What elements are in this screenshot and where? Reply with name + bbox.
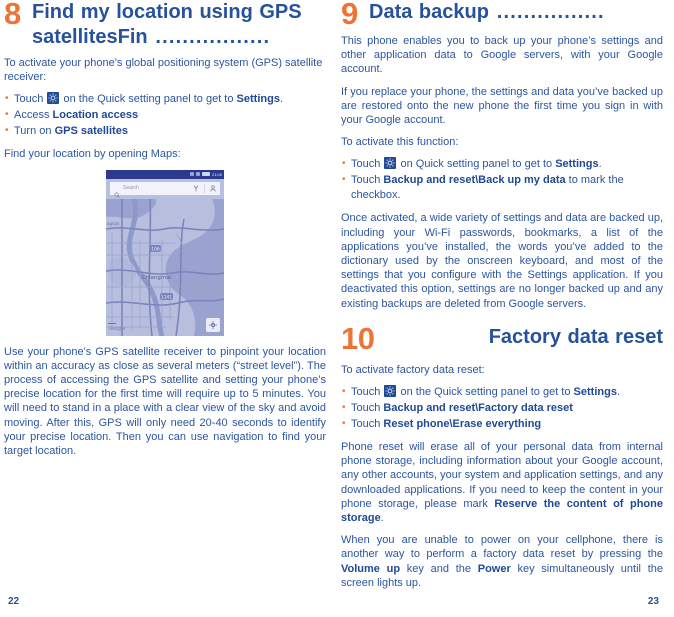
gps-intro-text: To activate your phone’s global position… [4,57,323,84]
reset-warning-paragraph: Phone reset will erase all of your perso… [341,440,663,525]
bullet-pre-text: Turn on [14,125,55,138]
gear-icon [47,92,60,105]
bullet-bold-text: Backup and reset\Back up my data [383,174,566,187]
place-label-secondary: agnao [107,221,120,226]
bullet-post-text: . [279,93,284,106]
gear-icon [384,157,397,170]
reset-bullet-list: Touch on the Quick setting panel to get … [341,384,663,432]
list-item: Touch Reset phone\Erase everything [341,416,663,432]
directions-icon[interactable] [193,179,199,197]
hard-reset-text-c: key and the [400,562,478,575]
section-title-9: Data backup ................ [369,0,663,25]
alarm-icon [189,172,194,177]
hard-reset-paragraph: When you are unable to power on your cel… [341,533,663,590]
map-canvas[interactable]: 106 1141 Chiangmai agnao [106,198,224,336]
bullet-bold-text: GPS satellites [54,125,128,138]
list-item: Touch on the Quick setting panel to get … [341,384,663,400]
bullet-pre-text: Touch [351,418,384,431]
bullet-post-text: . [598,158,602,171]
google-watermark: Google [109,325,126,332]
list-item: Access Location access [4,107,326,123]
place-label: Chiangmai [142,275,171,281]
reset-warning-text-c: . [380,512,384,525]
backup-paragraph-2: If you replace your phone, the settings … [341,85,663,127]
section-title-8: Find my location using GPS satellitesFin… [32,0,326,50]
bullet-mid-text: on Quick setting panel to get to [397,158,556,171]
signal-icon [195,172,200,177]
bullet-pre-text: Touch [351,174,384,187]
section-number-9: 9 [341,0,358,31]
maps-screenshot-figure: 21:05 Search 106 1141 Chiangmai agnao Go… [106,169,224,336]
list-item: Turn on GPS satellites [4,123,326,139]
bullet-bold-text: Location access [52,109,139,122]
section-number-10: 10 [341,320,375,356]
section-heading-9: 9 Data backup ................ [341,0,663,31]
map-scale-bar [108,322,116,324]
bullet-bold-text: Settings [236,93,280,106]
hard-reset-text-a: When you are unable to power on your cel… [341,534,663,561]
gps-bullet-list: Touch on the Quick setting panel to get … [4,91,326,139]
section-number-8: 8 [4,0,21,31]
gps-accuracy-paragraph: Use your phone’s GPS satellite receiver … [4,345,326,458]
bullet-bold-text: Settings [555,158,599,171]
bullet-pre-text: Touch [351,158,384,171]
account-icon[interactable] [210,179,216,197]
maps-search-bar[interactable]: Search [110,179,220,198]
phone-screenshot: 21:05 Search 106 1141 Chiangmai agnao Go… [106,169,224,336]
status-bar-time: 21:05 [211,171,222,177]
bullet-pre-text: Access [14,109,53,122]
bullet-pre-text: Touch [351,402,384,415]
section-title-9-text: Data backup [369,1,489,23]
battery-icon [201,172,210,177]
bullet-pre-text: Touch [14,93,47,106]
bullet-pre-text: Touch [351,386,384,399]
page-number-right: 23 [647,596,659,607]
section-heading-10: 10 Factory data reset [341,320,663,356]
hard-reset-bold-power: Power [477,562,511,575]
maps-search-actions [193,179,216,197]
phone-status-bar: 21:05 [106,169,224,179]
backup-paragraph-1: This phone enables you to back up your p… [341,35,663,76]
svg-text:106: 106 [151,246,160,252]
page-number-left: 22 [8,596,20,607]
backup-bullet-list: Touch on Quick setting panel to get to S… [341,156,663,203]
locate-me-icon[interactable] [206,317,220,332]
section-title-10: Factory data reset [488,325,663,348]
list-item: Touch on Quick setting panel to get to S… [341,156,663,172]
bullet-post-text: . [616,386,621,399]
search-input[interactable]: Search [120,185,193,192]
reset-activate-label: To activate factory data reset: [341,363,485,376]
section-title-8-dots: ................. [147,26,271,48]
section-title-9-dots: ................ [488,1,605,23]
right-page-column: 9 Data backup ................ This phon… [341,0,663,617]
manual-page-spread: 8 Find my location using GPS satellitesF… [0,0,674,617]
gear-icon [384,385,397,398]
bullet-mid-text: on the Quick setting panel to get to [397,386,574,399]
bullet-bold-text: Reset phone\Erase everything [383,418,542,431]
bullet-bold-text: Settings [573,386,617,399]
hard-reset-bold-volume: Volume up [341,562,401,575]
backup-closing-paragraph: Once activated, a wide variety of settin… [341,212,663,310]
list-item: Touch on the Quick setting panel to get … [4,91,326,107]
section-heading-8: 8 Find my location using GPS satellitesF… [4,0,326,50]
list-item: Touch Backup and reset\Back up my data t… [341,172,663,203]
open-maps-text: Find your location by opening Maps: [4,148,181,161]
backup-activate-label: To activate this function: [341,136,459,149]
list-item: Touch Backup and reset\Factory data rese… [341,400,663,416]
bullet-mid-text: on the Quick setting panel to get to [60,93,237,106]
svg-text:1141: 1141 [161,294,172,300]
bullet-bold-text: Backup and reset\Factory data reset [383,402,573,415]
toolbar-divider [204,183,205,193]
left-page-column: 8 Find my location using GPS satellitesF… [4,0,326,617]
